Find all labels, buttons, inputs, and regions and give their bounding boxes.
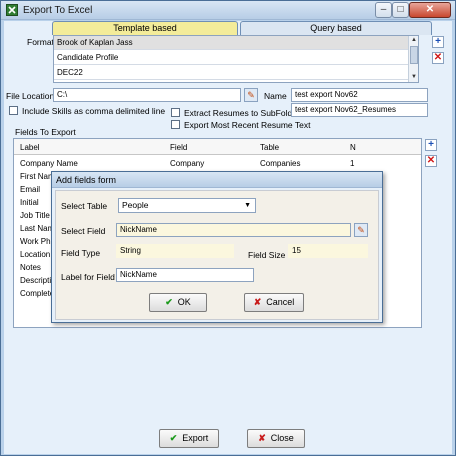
fields-to-export-label: Fields To Export — [15, 127, 76, 137]
cancel-x-icon: ✘ — [253, 297, 262, 307]
row-table-cell: Companies — [260, 159, 301, 168]
extract-resumes-checkbox[interactable] — [171, 108, 180, 117]
most-recent-label: Export Most Recent Resume Text — [184, 120, 311, 130]
table-row[interactable]: Work Ph — [20, 237, 51, 246]
title-bar[interactable]: Export To Excel – □ ✕ — [1, 1, 455, 20]
field-size-value: 15 — [288, 244, 368, 258]
select-table-dropdown[interactable]: People ▼ — [118, 198, 256, 213]
include-skills-checkbox[interactable] — [9, 106, 18, 115]
scroll-up-icon[interactable]: ▲ — [410, 36, 418, 44]
delete-format-icon[interactable]: ✕ — [432, 52, 444, 64]
name-field[interactable]: test export Nov62 — [291, 88, 428, 102]
row-label-cell: Company Name — [20, 159, 78, 168]
format-scrollbar[interactable]: ▲ ▼ — [408, 36, 418, 82]
table-row[interactable]: Initial — [20, 198, 39, 207]
row-field-cell: Company — [170, 159, 205, 168]
table-row[interactable]: Complete — [20, 289, 54, 298]
column-header-field[interactable]: Field — [170, 143, 187, 152]
column-header-label[interactable]: Label — [20, 143, 40, 152]
cancel-button[interactable]: ✘ Cancel — [244, 293, 304, 312]
table-row[interactable]: First Nam — [20, 172, 55, 181]
row-n-cell: 1 — [350, 159, 355, 168]
close-button[interactable]: ✘ Close — [247, 429, 305, 448]
dialog-title: Add fields form — [56, 175, 117, 185]
label-for-field-input[interactable]: NickName — [116, 268, 254, 282]
most-recent-checkbox[interactable] — [171, 120, 180, 129]
format-label: Format — [27, 37, 54, 47]
table-row[interactable]: Job Title — [20, 211, 50, 220]
cancel-label: Cancel — [266, 297, 295, 307]
tab-query-based[interactable]: Query based — [240, 21, 432, 35]
format-item[interactable]: DEC22 — [54, 66, 412, 80]
select-field-input[interactable]: NickName — [116, 223, 351, 237]
format-item[interactable]: Brook of Kaplan Jass — [54, 36, 412, 50]
field-size-label: Field Size — [248, 250, 286, 260]
checkmark-icon: ✔ — [169, 433, 178, 443]
format-listbox[interactable]: Brook of Kaplan Jass Candidate Profile D… — [53, 35, 419, 83]
scroll-thumb[interactable] — [410, 46, 418, 64]
table-row[interactable]: Notes — [20, 263, 41, 272]
dialog-body: Select Table People ▼ Select Field NickN… — [55, 190, 379, 320]
grid-header: Label Field Table N — [14, 139, 421, 155]
checkmark-icon: ✔ — [165, 297, 173, 307]
maximize-button[interactable]: □ — [392, 2, 409, 18]
dialog-title-bar[interactable]: Add fields form — [52, 172, 382, 188]
field-type-value: String — [116, 244, 234, 258]
chevron-down-icon[interactable]: ▼ — [244, 199, 251, 212]
field-type-label: Field Type — [61, 248, 101, 258]
format-item[interactable]: Candidate Profile — [54, 51, 412, 65]
close-window-button[interactable]: ✕ — [409, 2, 451, 18]
table-row[interactable]: Email — [20, 185, 40, 194]
table-row[interactable]: Last Nam — [20, 224, 54, 233]
close-label: Close — [270, 433, 294, 443]
add-fields-dialog: Add fields form Select Table People ▼ Se… — [51, 171, 383, 323]
table-row[interactable]: Descripti — [20, 276, 51, 285]
scroll-down-icon[interactable]: ▼ — [410, 73, 418, 81]
include-skills-label: Include Skills as comma delimited line — [22, 106, 166, 116]
excel-app-icon — [6, 4, 18, 16]
export-label: Export — [182, 433, 209, 443]
ok-button[interactable]: ✔ OK — [149, 293, 207, 312]
subfolder-field[interactable]: test export Nov62_Resumes — [291, 103, 428, 117]
column-header-n[interactable]: N — [350, 143, 356, 152]
add-field-icon[interactable]: + — [425, 139, 437, 151]
name-label: Name — [264, 91, 287, 101]
pick-field-icon[interactable]: ✎ — [354, 223, 368, 237]
browse-folder-icon[interactable]: ✎ — [244, 88, 258, 102]
file-location-field[interactable]: C:\ — [53, 88, 241, 102]
select-field-label: Select Field — [61, 226, 106, 236]
delete-field-icon[interactable]: ✕ — [425, 155, 437, 167]
select-table-value: People — [122, 200, 149, 210]
close-x-icon: ✘ — [258, 433, 266, 443]
table-row[interactable]: Location — [20, 250, 50, 259]
tab-template-based[interactable]: Template based — [52, 21, 238, 35]
export-button[interactable]: ✔ Export — [159, 429, 219, 448]
file-location-label: File Location — [6, 91, 55, 101]
export-to-excel-window: Export To Excel – □ ✕ Template based Que… — [0, 0, 456, 456]
minimize-button[interactable]: – — [375, 2, 392, 18]
extract-resumes-label: Extract Resumes to SubFolde — [184, 108, 297, 118]
window-title: Export To Excel — [23, 5, 93, 16]
tab-bar: Template based Query based — [52, 21, 434, 35]
select-table-label: Select Table — [61, 201, 108, 211]
column-header-table[interactable]: Table — [260, 143, 279, 152]
label-for-field-label: Label for Field — [61, 272, 115, 282]
add-format-icon[interactable]: + — [432, 36, 444, 48]
ok-label: OK — [177, 297, 191, 307]
